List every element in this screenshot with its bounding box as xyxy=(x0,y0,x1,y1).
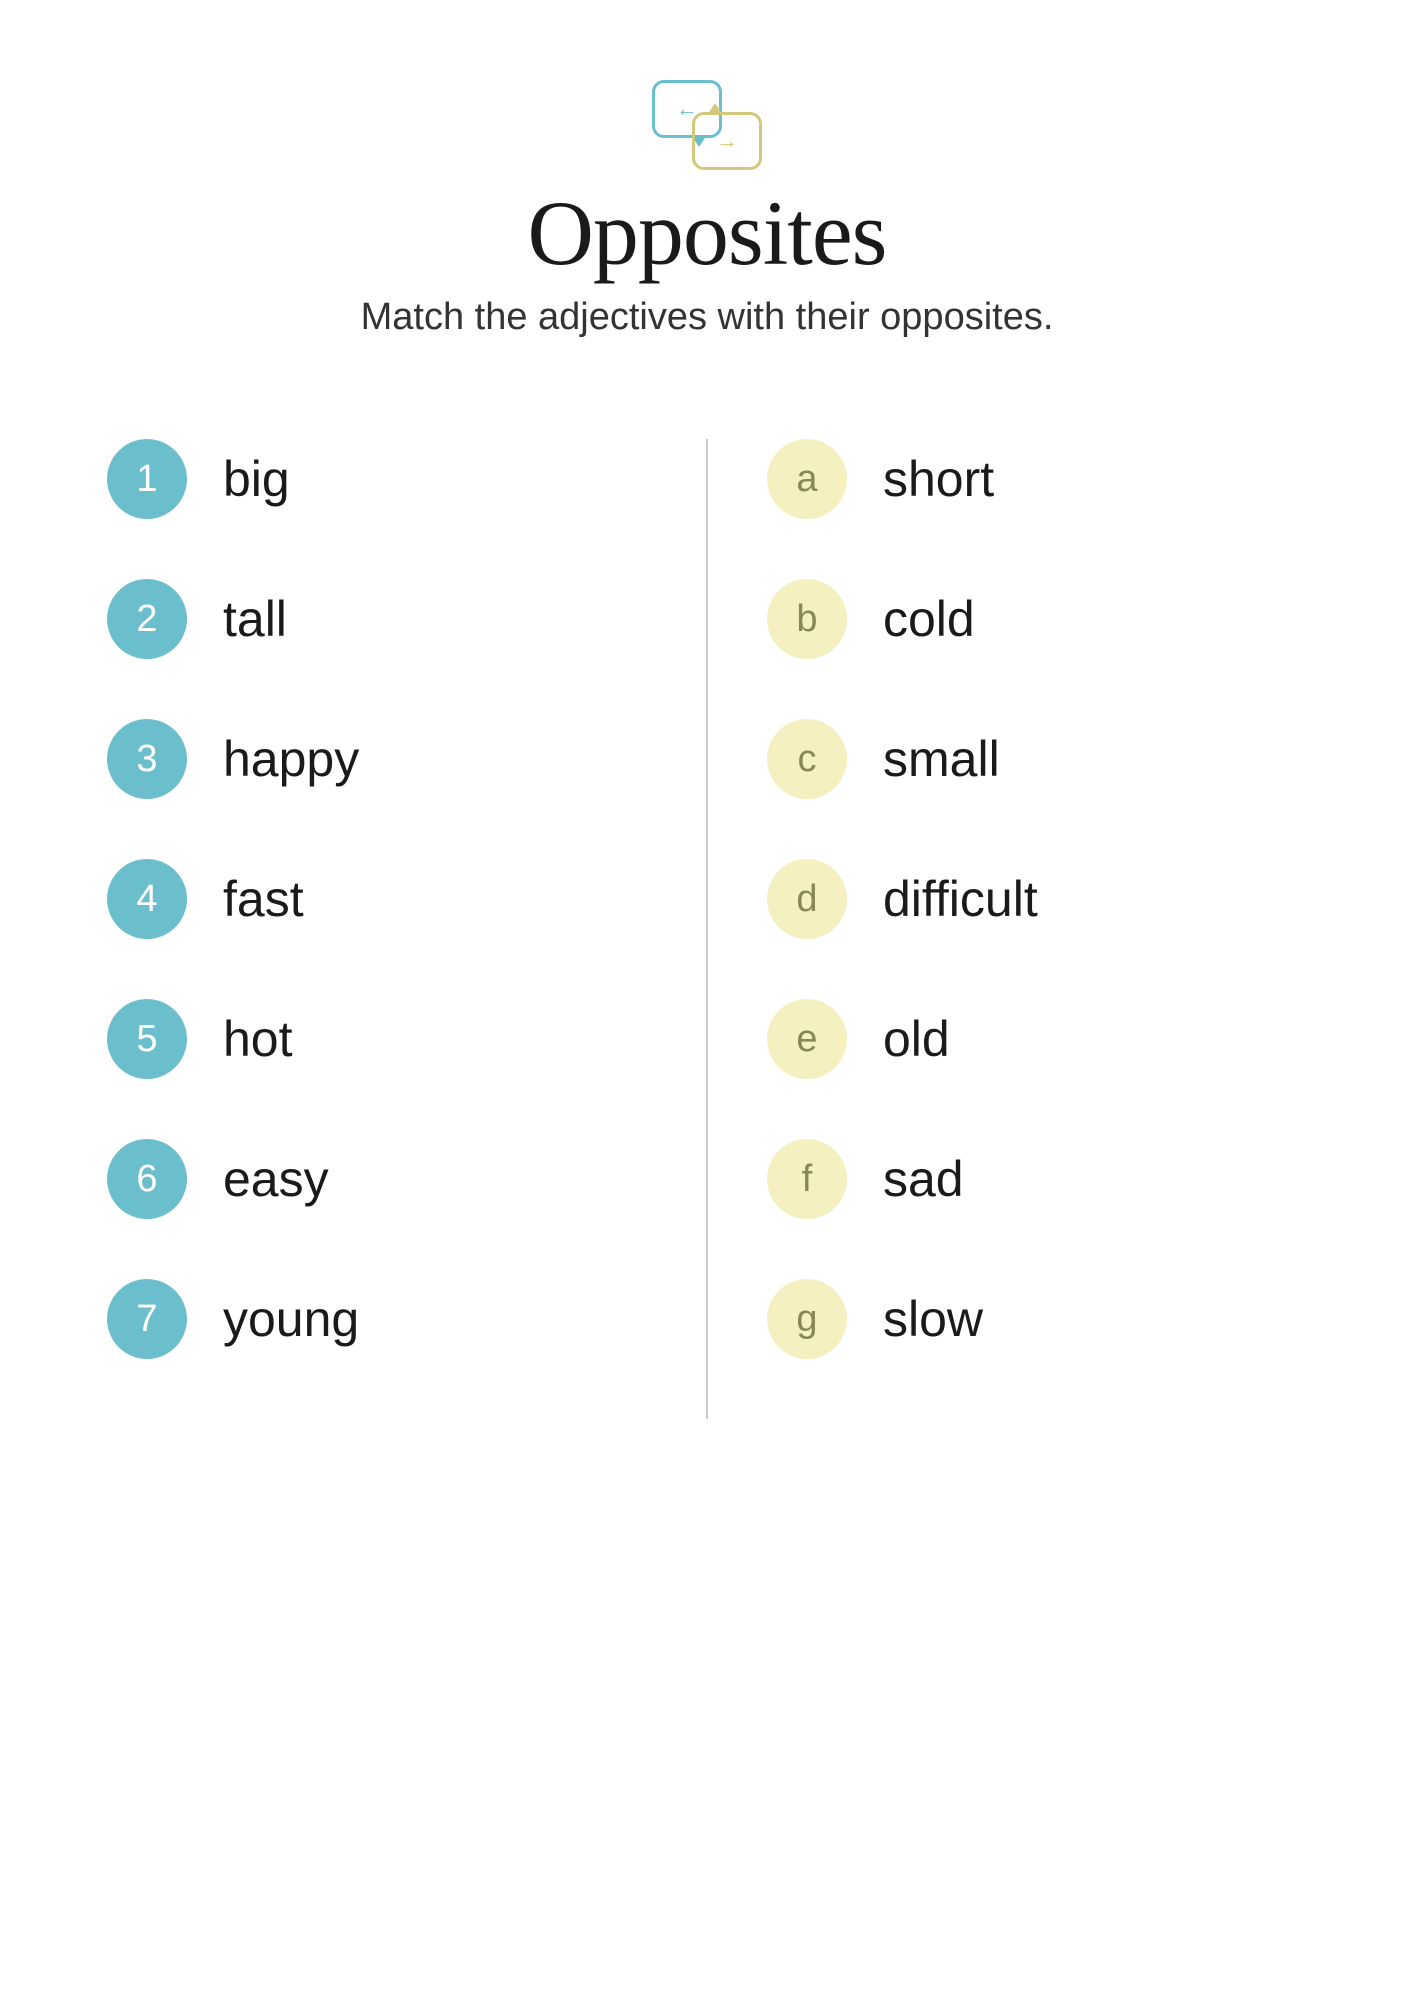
letter-label: b xyxy=(796,598,817,641)
left-item-3: 3 happy xyxy=(107,719,647,799)
left-item-6: 6 easy xyxy=(107,1139,647,1219)
right-item-e: e old xyxy=(767,999,1307,1079)
opposite-word-label: old xyxy=(883,1010,950,1068)
letter-label: g xyxy=(796,1298,817,1341)
letter-circle-a: a xyxy=(767,439,847,519)
right-item-f: f sad xyxy=(767,1139,1307,1219)
word-label: hot xyxy=(223,1010,293,1068)
letter-label: f xyxy=(802,1158,813,1201)
right-item-a: a short xyxy=(767,439,1307,519)
right-column: a short b cold c small d difficult e old xyxy=(707,439,1307,1419)
letter-circle-f: f xyxy=(767,1139,847,1219)
word-label: tall xyxy=(223,590,287,648)
opposite-word-label: small xyxy=(883,730,1000,788)
number-label: 5 xyxy=(136,1018,157,1061)
right-item-d: d difficult xyxy=(767,859,1307,939)
number-label: 4 xyxy=(136,878,157,921)
header-icon: ← → xyxy=(652,80,762,170)
page-subtitle: Match the adjectives with their opposite… xyxy=(361,296,1054,339)
left-item-1: 1 big xyxy=(107,439,647,519)
page-header: ← → Opposites Match the adjectives with … xyxy=(361,80,1054,339)
letter-circle-e: e xyxy=(767,999,847,1079)
left-item-7: 7 young xyxy=(107,1279,647,1359)
letter-label: c xyxy=(798,738,817,781)
opposite-word-label: sad xyxy=(883,1150,964,1208)
left-item-2: 2 tall xyxy=(107,579,647,659)
speech-bubble-right: → xyxy=(692,112,762,170)
word-label: big xyxy=(223,450,290,508)
letter-label: d xyxy=(796,878,817,921)
opposite-word-label: short xyxy=(883,450,994,508)
number-circle-7: 7 xyxy=(107,1279,187,1359)
number-label: 3 xyxy=(136,738,157,781)
number-label: 6 xyxy=(136,1158,157,1201)
letter-label: a xyxy=(796,458,817,501)
word-label: easy xyxy=(223,1150,329,1208)
left-item-5: 5 hot xyxy=(107,999,647,1079)
opposite-word-label: difficult xyxy=(883,870,1038,928)
number-circle-3: 3 xyxy=(107,719,187,799)
letter-circle-c: c xyxy=(767,719,847,799)
right-item-c: c small xyxy=(767,719,1307,799)
matching-content: 1 big 2 tall 3 happy 4 fast 5 hot 6 xyxy=(107,439,1307,1419)
page-title: Opposites xyxy=(527,180,886,286)
number-label: 2 xyxy=(136,598,157,641)
right-item-b: b cold xyxy=(767,579,1307,659)
opposite-word-label: slow xyxy=(883,1290,983,1348)
letter-circle-d: d xyxy=(767,859,847,939)
number-circle-1: 1 xyxy=(107,439,187,519)
letter-circle-b: b xyxy=(767,579,847,659)
left-item-4: 4 fast xyxy=(107,859,647,939)
left-column: 1 big 2 tall 3 happy 4 fast 5 hot 6 xyxy=(107,439,707,1419)
letter-label: e xyxy=(796,1018,817,1061)
column-divider xyxy=(706,439,708,1419)
number-label: 7 xyxy=(136,1298,157,1341)
word-label: fast xyxy=(223,870,304,928)
right-item-g: g slow xyxy=(767,1279,1307,1359)
number-circle-4: 4 xyxy=(107,859,187,939)
word-label: young xyxy=(223,1290,359,1348)
number-label: 1 xyxy=(136,458,157,501)
arrow-right-icon: → xyxy=(716,128,738,154)
letter-circle-g: g xyxy=(767,1279,847,1359)
word-label: happy xyxy=(223,730,359,788)
number-circle-5: 5 xyxy=(107,999,187,1079)
opposite-word-label: cold xyxy=(883,590,975,648)
number-circle-6: 6 xyxy=(107,1139,187,1219)
number-circle-2: 2 xyxy=(107,579,187,659)
